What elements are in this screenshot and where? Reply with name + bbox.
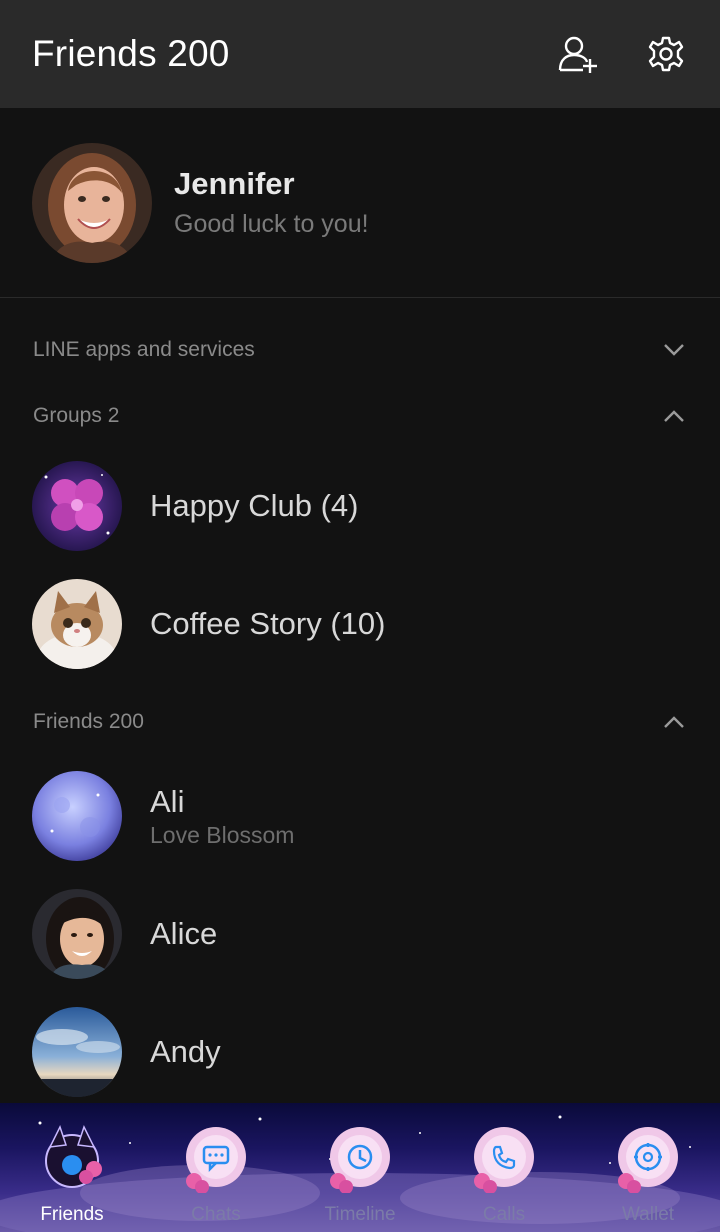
- app-header: Friends 200: [0, 0, 720, 108]
- tab-calls[interactable]: Calls: [432, 1103, 576, 1232]
- wallet-icon: [618, 1127, 678, 1193]
- profile-status: Good luck to you!: [174, 210, 369, 238]
- friend-name: Andy: [150, 1034, 221, 1069]
- group-name: Happy Club (4): [150, 488, 359, 523]
- list-item[interactable]: Coffee Story (10): [0, 565, 720, 683]
- avatar: [32, 889, 122, 979]
- bottom-tab-bar: Friends Chats Timeline Calls Wallet: [0, 1103, 720, 1232]
- row-text: Ali Love Blossom: [150, 784, 294, 849]
- profile-text: Jennifer Good luck to you!: [174, 166, 369, 239]
- my-profile[interactable]: Jennifer Good luck to you!: [0, 108, 720, 298]
- gear-icon: [648, 36, 684, 72]
- section-label: Groups 2: [33, 404, 120, 427]
- section-line-apps[interactable]: LINE apps and services: [0, 322, 720, 378]
- list-item[interactable]: Alice: [0, 875, 720, 993]
- avatar: [32, 142, 152, 263]
- add-friend-button[interactable]: [556, 32, 600, 76]
- profile-name: Jennifer: [174, 166, 295, 201]
- tab-timeline[interactable]: Timeline: [288, 1103, 432, 1232]
- chevron-up-icon: [661, 403, 687, 429]
- chevron-up-icon: [661, 709, 687, 735]
- avatar: [32, 771, 122, 861]
- tab-label: Timeline: [324, 1204, 396, 1225]
- row-text: Coffee Story (10): [150, 606, 385, 642]
- friend-status: Love Blossom: [150, 821, 295, 848]
- chevron-down-icon: [661, 337, 687, 363]
- tab-label: Friends: [40, 1204, 104, 1225]
- list-item[interactable]: Andy: [0, 993, 720, 1111]
- list-item[interactable]: Ali Love Blossom: [0, 757, 720, 875]
- section-label: Friends 200: [33, 710, 144, 733]
- tab-label: Chats: [191, 1204, 241, 1225]
- phone-icon: [474, 1127, 534, 1193]
- chat-icon: [186, 1127, 246, 1193]
- tab-label: Calls: [482, 1204, 526, 1225]
- friends-icon: [45, 1125, 102, 1188]
- clock-icon: [330, 1127, 390, 1193]
- avatar: [32, 1007, 122, 1097]
- section-friends[interactable]: Friends 200: [0, 694, 720, 750]
- row-text: Happy Club (4): [150, 488, 358, 524]
- list-item[interactable]: Happy Club (4): [0, 447, 720, 565]
- friend-name: Ali: [150, 783, 185, 819]
- friend-name: Alice: [150, 916, 218, 951]
- header-actions: [556, 32, 688, 76]
- avatar: [32, 461, 122, 551]
- section-label: LINE apps and services: [33, 338, 255, 361]
- tab-chats[interactable]: Chats: [144, 1103, 288, 1232]
- section-groups[interactable]: Groups 2: [0, 388, 720, 444]
- row-text: Alice: [150, 916, 217, 952]
- tab-wallet[interactable]: Wallet: [576, 1103, 720, 1232]
- settings-button[interactable]: [644, 32, 688, 76]
- page-title: Friends 200: [32, 33, 230, 74]
- row-text: Andy: [150, 1034, 221, 1070]
- person-add-icon: [558, 36, 597, 73]
- tab-friends[interactable]: Friends: [0, 1103, 144, 1232]
- tab-label: Wallet: [621, 1204, 675, 1225]
- avatar: [32, 579, 122, 669]
- group-name: Coffee Story (10): [150, 606, 386, 641]
